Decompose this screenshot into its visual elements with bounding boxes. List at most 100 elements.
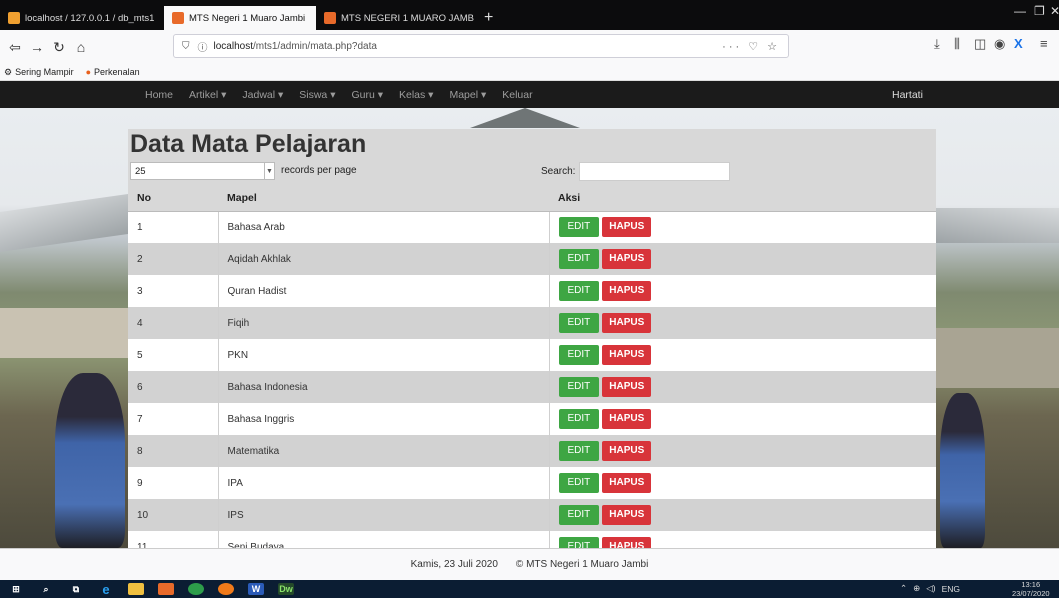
back-icon[interactable]: ⇦ — [4, 36, 26, 58]
delete-button[interactable]: HAPUS — [602, 377, 652, 397]
clock[interactable]: 13:16 23/07/2020 — [1012, 580, 1050, 598]
firefox-taskbar-icon[interactable] — [218, 583, 234, 595]
nav-home[interactable]: Home — [145, 89, 173, 101]
delete-button[interactable]: HAPUS — [602, 441, 652, 461]
table-row: 1 Bahasa Arab EDIT HAPUS — [128, 211, 936, 243]
close-window-icon[interactable]: ✕ — [1050, 4, 1059, 18]
minimize-icon[interactable]: — — [1014, 4, 1026, 18]
edge-icon[interactable]: e — [98, 582, 114, 597]
delete-button[interactable]: HAPUS — [602, 249, 652, 269]
edit-button[interactable]: EDIT — [558, 473, 600, 493]
bookmark-sering-mampir[interactable]: ⚙ Sering Mampir — [4, 67, 74, 78]
windows-start-icon[interactable]: ⊞ — [8, 583, 24, 595]
nav-kelas[interactable]: Kelas ▾ — [399, 89, 433, 101]
roof-peak — [470, 108, 580, 128]
page-actions-icon[interactable]: ··· ♡ ☆ — [722, 40, 780, 53]
volume-icon[interactable]: ◁) — [926, 583, 935, 594]
chrome-icon[interactable] — [188, 583, 204, 595]
edit-button[interactable]: EDIT — [558, 345, 600, 365]
nav-guru[interactable]: Guru ▾ — [351, 89, 383, 101]
tab-close-icon[interactable]: ✕ — [154, 12, 164, 25]
cell-aksi: EDIT HAPUS — [548, 243, 936, 275]
phpmyadmin-favicon-icon — [8, 12, 20, 24]
search-icon[interactable]: ⌕ — [38, 583, 54, 595]
tab-phpmyadmin[interactable]: localhost / 127.0.0.1 / db_mts1 ✕ — [0, 6, 164, 30]
building-roof-right — [936, 208, 1059, 243]
nav-jadwal[interactable]: Jadwal ▾ — [242, 89, 283, 101]
home-icon[interactable]: ⌂ — [70, 36, 92, 58]
cell-mapel: Bahasa Arab — [217, 211, 549, 243]
delete-button[interactable]: HAPUS — [602, 473, 652, 493]
person-right — [940, 393, 985, 548]
edit-button[interactable]: EDIT — [558, 281, 600, 301]
page-footer: Kamis, 23 Juli 2020 © MTS Negeri 1 Muaro… — [0, 548, 1059, 580]
cell-aksi: EDIT HAPUS — [548, 371, 936, 403]
tab-close-icon[interactable]: ✕ — [305, 12, 316, 25]
cell-mapel: IPA — [217, 467, 549, 499]
network-icon[interactable]: ⊕ — [913, 583, 920, 594]
delete-button[interactable]: HAPUS — [602, 313, 652, 333]
search-input[interactable] — [579, 162, 730, 181]
chevron-up-icon[interactable]: ⌃ — [900, 583, 907, 594]
edit-button[interactable]: EDIT — [558, 537, 600, 548]
nav-mapel[interactable]: Mapel ▾ — [449, 89, 486, 101]
delete-button[interactable]: HAPUS — [602, 409, 652, 429]
cell-aksi: EDIT HAPUS — [548, 499, 936, 531]
cell-aksi: EDIT HAPUS — [548, 403, 936, 435]
address-bar[interactable]: ⛉ ⓘ localhost /mts1/admin/mata.php?data … — [173, 34, 789, 58]
xampp-icon[interactable] — [158, 583, 174, 595]
records-per-page-select[interactable]: 25 ▼ — [130, 162, 275, 180]
library-icon[interactable]: ⫼ — [954, 36, 960, 52]
forward-icon[interactable]: → — [26, 36, 48, 58]
content-panel: Data Mata Pelajaran 25 ▼ records per pag… — [128, 129, 936, 548]
menu-icon[interactable]: ≡ — [1040, 36, 1048, 51]
column-header-mapel[interactable]: Mapel — [218, 186, 549, 212]
edit-button[interactable]: EDIT — [558, 217, 600, 238]
bookmark-perkenalan[interactable]: ● Perkenalan — [86, 67, 140, 77]
table-row: 8 Matematika EDIT HAPUS — [128, 435, 936, 467]
edit-button[interactable]: EDIT — [558, 505, 600, 525]
edit-button[interactable]: EDIT — [558, 441, 600, 461]
edit-button[interactable]: EDIT — [558, 313, 600, 333]
delete-button[interactable]: HAPUS — [602, 345, 652, 365]
account-icon[interactable]: ◉ — [994, 36, 1005, 52]
delete-button[interactable]: HAPUS — [602, 281, 652, 301]
browser-tab-strip: localhost / 127.0.0.1 / db_mts1 ✕ MTS Ne… — [0, 0, 1059, 30]
delete-button[interactable]: HAPUS — [602, 537, 652, 548]
column-header-aksi[interactable]: Aksi — [549, 186, 936, 212]
table-row: 6 Bahasa Indonesia EDIT HAPUS — [128, 371, 936, 403]
nav-keluar[interactable]: Keluar — [502, 89, 532, 101]
edit-button[interactable]: EDIT — [558, 409, 600, 429]
cell-no: 10 — [128, 499, 218, 531]
table-row: 7 Bahasa Inggris EDIT HAPUS — [128, 403, 936, 435]
dreamweaver-icon[interactable]: Dw — [278, 583, 294, 595]
delete-button[interactable]: HAPUS — [602, 505, 652, 525]
reload-icon[interactable]: ↻ — [48, 36, 70, 58]
downloads-icon[interactable]: ⤓ — [934, 36, 940, 52]
table-row: 9 IPA EDIT HAPUS — [128, 467, 936, 499]
word-icon[interactable]: W — [248, 583, 264, 595]
column-header-no[interactable]: No — [128, 186, 218, 212]
delete-button[interactable]: HAPUS — [602, 217, 652, 238]
nav-artikel[interactable]: Artikel ▾ — [189, 89, 226, 101]
new-tab-button[interactable]: + — [474, 6, 503, 30]
tab-mts-admin[interactable]: MTS Negeri 1 Muaro Jambi ✕ — [164, 6, 316, 30]
user-name[interactable]: Hartati — [892, 89, 923, 101]
tab-mts-public[interactable]: MTS NEGERI 1 MUARO JAMBI ✕ — [316, 6, 474, 30]
restore-icon[interactable]: ❐ — [1034, 4, 1045, 18]
task-view-icon[interactable]: ⧉ — [68, 583, 84, 595]
language-indicator[interactable]: ENG — [942, 584, 960, 594]
cell-aksi: EDIT HAPUS — [548, 211, 936, 243]
cell-aksi: EDIT HAPUS — [548, 435, 936, 467]
nav-siswa[interactable]: Siswa ▾ — [299, 89, 335, 101]
page-title: Data Mata Pelajaran — [130, 130, 367, 158]
edit-button[interactable]: EDIT — [558, 377, 600, 397]
cell-mapel: Bahasa Inggris — [217, 403, 549, 435]
table-row: 4 Fiqih EDIT HAPUS — [128, 307, 936, 339]
sidebar-icon[interactable]: ◫ — [974, 36, 986, 52]
search-label: Search: — [541, 166, 576, 177]
file-explorer-icon[interactable] — [128, 583, 144, 595]
cell-no: 6 — [128, 371, 218, 403]
edit-button[interactable]: EDIT — [558, 249, 600, 269]
extension-icon[interactable]: X — [1014, 36, 1023, 51]
